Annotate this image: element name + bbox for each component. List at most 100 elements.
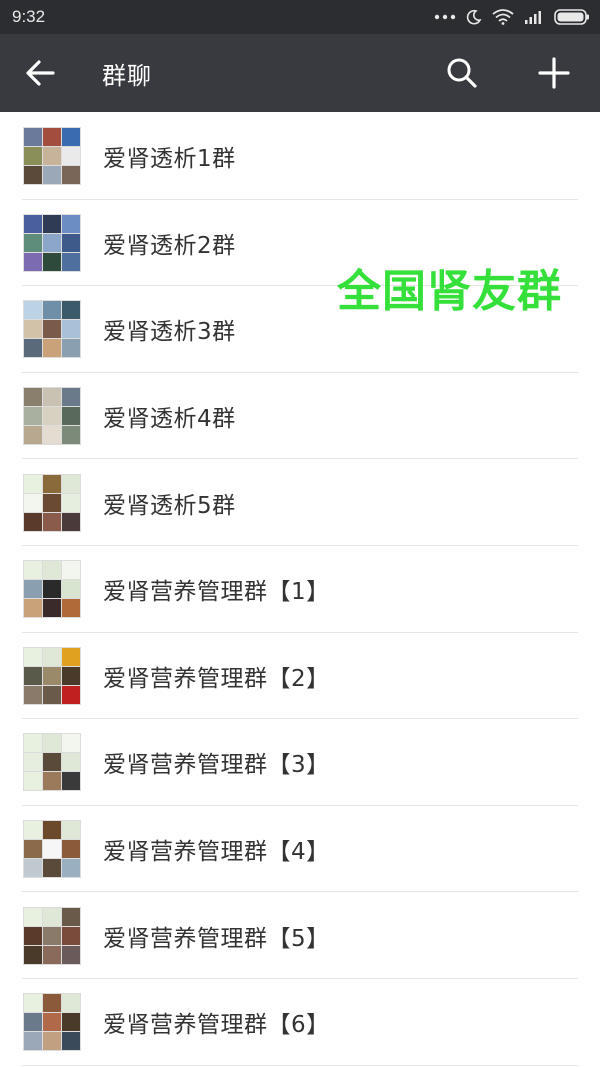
member-avatar-tile <box>24 407 42 426</box>
wifi-icon <box>492 9 514 25</box>
member-avatar-tile <box>62 647 80 666</box>
member-avatar-tile <box>62 685 80 704</box>
member-avatar-tile <box>62 734 80 753</box>
group-chat-row[interactable]: 爱肾营养管理群【6】 <box>0 979 600 1066</box>
group-chat-row[interactable]: 爱肾透析5群 <box>0 459 600 546</box>
back-button[interactable] <box>0 34 80 112</box>
member-avatar-tile <box>62 320 80 339</box>
member-avatar-tile <box>62 840 80 859</box>
member-avatar-tile <box>62 561 80 580</box>
member-avatar-tile <box>62 474 80 493</box>
member-avatar-tile <box>24 685 42 704</box>
group-name-label: 爱肾透析5群 <box>103 492 236 519</box>
member-avatar-tile <box>24 945 42 964</box>
member-avatar-tile <box>24 388 42 407</box>
member-avatar-tile <box>43 339 61 358</box>
member-avatar-tile <box>43 214 61 233</box>
group-avatar <box>23 473 81 532</box>
group-name-label: 爱肾营养管理群【5】 <box>103 925 330 952</box>
group-avatar <box>23 993 81 1052</box>
member-avatar-tile <box>24 339 42 358</box>
member-avatar-tile <box>43 772 61 791</box>
member-avatar-tile <box>24 252 42 271</box>
member-avatar-tile <box>62 945 80 964</box>
member-avatar-tile <box>43 666 61 685</box>
member-avatar-tile <box>62 599 80 618</box>
status-icons <box>434 9 590 25</box>
group-avatar <box>23 560 81 619</box>
member-avatar-tile <box>43 561 61 580</box>
member-avatar-tile <box>62 859 80 878</box>
group-avatar <box>23 387 81 446</box>
group-chat-row[interactable]: 爱肾营养管理群【2】 <box>0 633 600 720</box>
member-avatar-tile <box>24 128 42 147</box>
member-avatar-tile <box>43 233 61 252</box>
group-chat-row[interactable]: 爱肾透析4群 <box>0 373 600 460</box>
member-avatar-tile <box>24 926 42 945</box>
member-avatar-tile <box>43 388 61 407</box>
member-avatar-tile <box>43 926 61 945</box>
group-name-label: 爱肾透析4群 <box>103 406 236 433</box>
member-avatar-tile <box>43 859 61 878</box>
group-avatar <box>23 300 81 359</box>
member-avatar-tile <box>24 734 42 753</box>
row-divider <box>22 1064 578 1066</box>
member-avatar-tile <box>24 821 42 840</box>
search-button[interactable] <box>416 34 508 112</box>
member-avatar-tile <box>24 214 42 233</box>
group-name-label: 爱肾透析2群 <box>103 232 236 259</box>
member-avatar-tile <box>62 1013 80 1032</box>
member-avatar-tile <box>24 512 42 531</box>
add-button[interactable] <box>508 34 600 112</box>
group-chat-row[interactable]: 爱肾营养管理群【1】 <box>0 546 600 633</box>
member-avatar-tile <box>43 840 61 859</box>
watermark-overlay: 全国肾友群 <box>337 266 562 317</box>
member-avatar-tile <box>24 666 42 685</box>
page-title: 群聊 <box>102 61 152 90</box>
member-avatar-tile <box>43 320 61 339</box>
member-avatar-tile <box>24 474 42 493</box>
group-name-label: 爱肾营养管理群【4】 <box>103 839 330 866</box>
member-avatar-tile <box>24 493 42 512</box>
member-avatar-tile <box>43 599 61 618</box>
member-avatar-tile <box>24 166 42 185</box>
member-avatar-tile <box>43 301 61 320</box>
member-avatar-tile <box>62 1032 80 1051</box>
member-avatar-tile <box>24 320 42 339</box>
member-avatar-tile <box>62 388 80 407</box>
signal-icon <box>525 11 541 24</box>
status-bar: 9:32 <box>0 0 600 34</box>
member-avatar-tile <box>43 753 61 772</box>
member-avatar-tile <box>62 580 80 599</box>
group-avatar <box>23 820 81 879</box>
member-avatar-tile <box>43 1013 61 1032</box>
dots-icon <box>434 14 456 20</box>
member-avatar-tile <box>62 753 80 772</box>
member-avatar-tile <box>43 734 61 753</box>
member-avatar-tile <box>24 301 42 320</box>
member-avatar-tile <box>62 252 80 271</box>
member-avatar-tile <box>43 407 61 426</box>
group-name-label: 爱肾透析1群 <box>103 146 236 173</box>
moon-icon <box>466 9 482 25</box>
status-time: 9:32 <box>12 7 46 26</box>
group-avatar <box>23 646 81 705</box>
group-avatar <box>23 213 81 272</box>
member-avatar-tile <box>43 252 61 271</box>
member-avatar-tile <box>43 1032 61 1051</box>
member-avatar-tile <box>24 772 42 791</box>
member-avatar-tile <box>24 994 42 1013</box>
group-avatar <box>23 127 81 186</box>
member-avatar-tile <box>62 233 80 252</box>
member-avatar-tile <box>43 994 61 1013</box>
group-chat-row[interactable]: 爱肾营养管理群【3】 <box>0 719 600 806</box>
top-nav-bar: 群聊 <box>0 34 600 112</box>
member-avatar-tile <box>43 426 61 445</box>
member-avatar-tile <box>24 840 42 859</box>
member-avatar-tile <box>62 666 80 685</box>
member-avatar-tile <box>24 1013 42 1032</box>
group-chat-row[interactable]: 爱肾营养管理群【5】 <box>0 892 600 979</box>
member-avatar-tile <box>62 926 80 945</box>
group-chat-row[interactable]: 爱肾营养管理群【4】 <box>0 806 600 893</box>
group-chat-row[interactable]: 爱肾透析1群 <box>0 113 600 200</box>
